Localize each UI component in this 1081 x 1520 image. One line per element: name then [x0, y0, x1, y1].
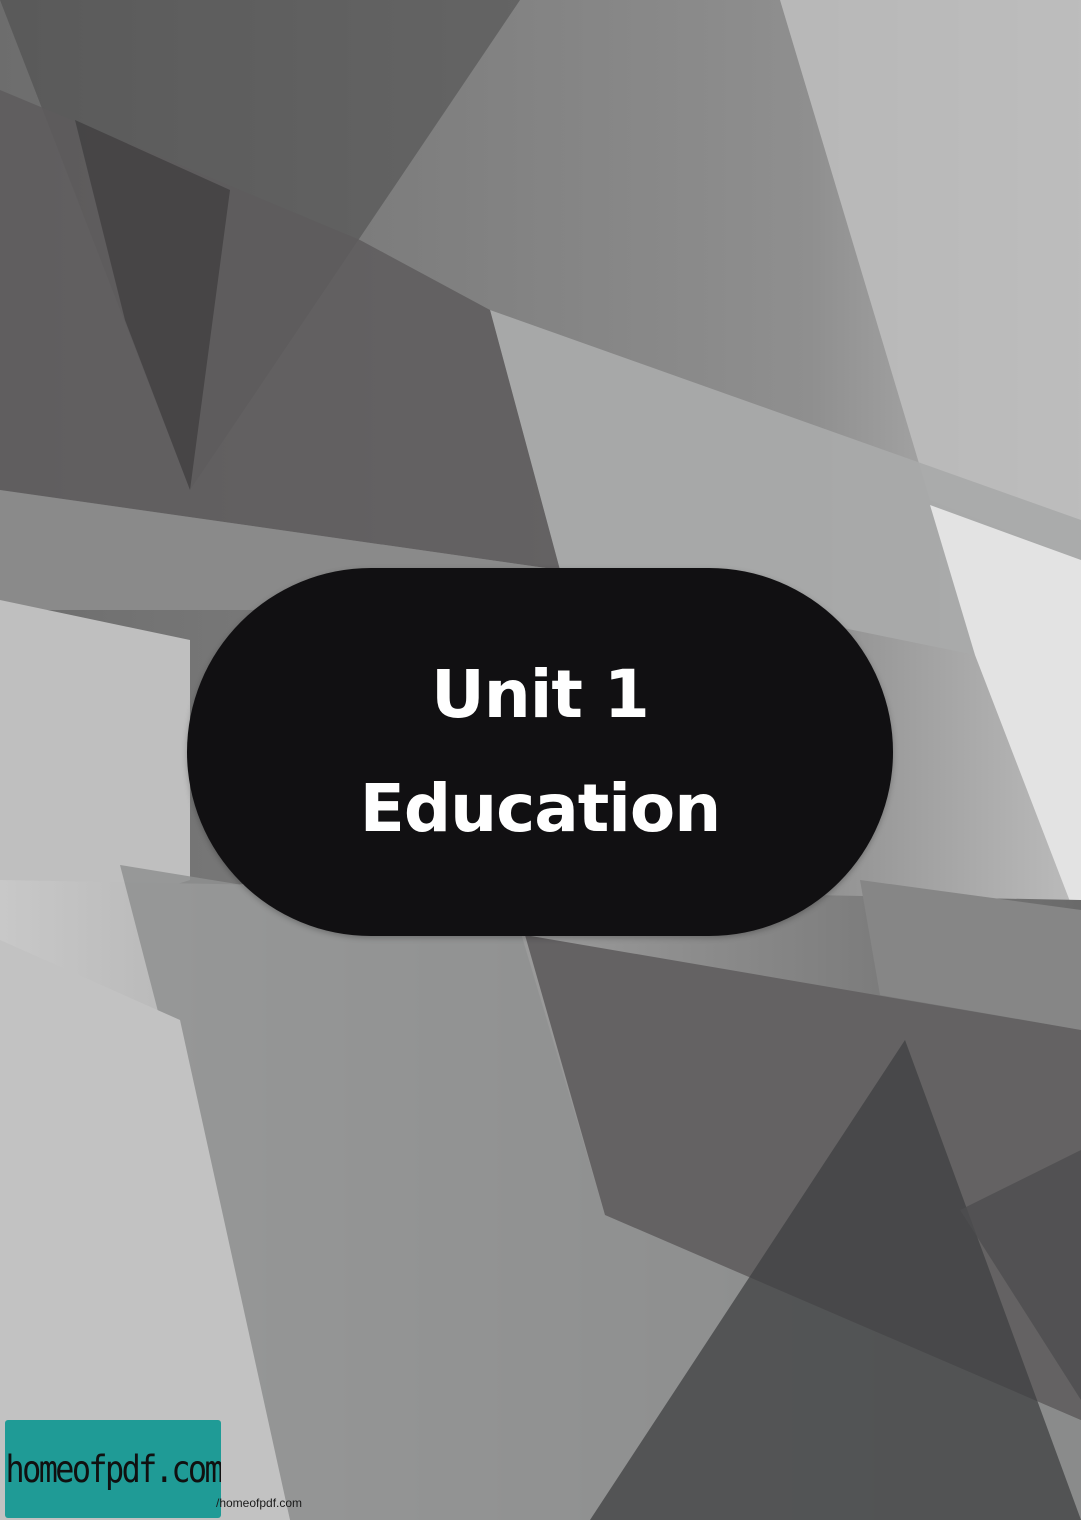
unit-title: Education [359, 770, 721, 847]
page: Unit 1 Education homeofpdf.com /homeofpd… [0, 0, 1081, 1520]
unit-title-box: Unit 1 Education [187, 568, 893, 936]
watermark-logo: homeofpdf.com [5, 1420, 221, 1518]
unit-number: Unit 1 [431, 656, 650, 733]
watermark-url: /homeofpdf.com [216, 1496, 303, 1510]
watermark-logo-text: homeofpdf.com [5, 1447, 221, 1491]
